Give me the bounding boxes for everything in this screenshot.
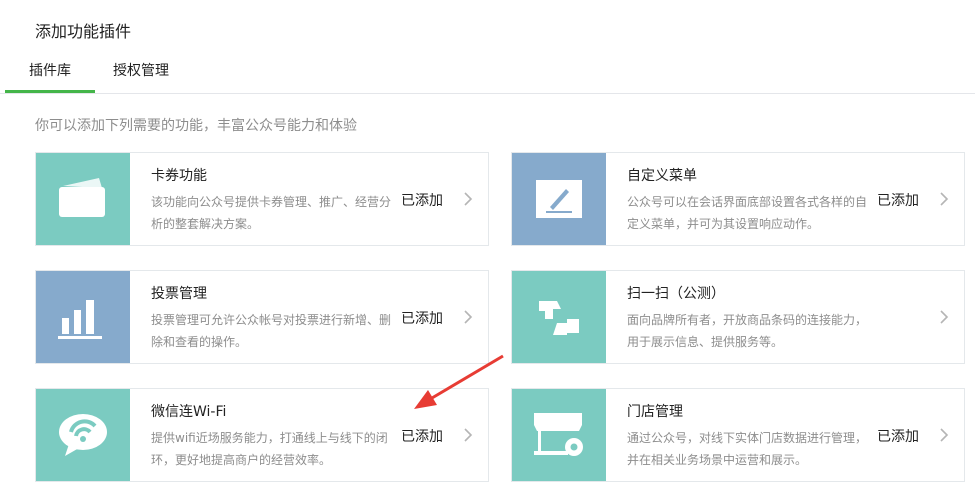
plugin-card-custom-menu[interactable]: 自定义菜单 公众号可以在会话界面底部设置各式各样的自定义菜单，并可为其设置响应动… (511, 152, 965, 246)
plugin-title: 扫一扫（公测） (627, 286, 725, 302)
chevron-right-icon (940, 310, 949, 324)
card-icon (36, 153, 130, 245)
chevron-right-icon (464, 428, 473, 442)
plugin-card-vote[interactable]: 投票管理 投票管理可允许公众帐号对投票进行新增、删除和查看的操作。 已添加 (35, 270, 489, 364)
plugin-title: 自定义菜单 (627, 168, 697, 184)
chevron-right-icon (464, 310, 473, 324)
plugin-card-wifi[interactable]: 微信连Wi-Fi 提供wifi近场服务能力，打通线上与线下的闭环，更好地提高商户… (35, 388, 489, 482)
plugin-description: 通过公众号，对线下实体门店数据进行管理，并在相关业务场景中运营和展示。 (627, 431, 868, 467)
plugin-description: 公众号可以在会话界面底部设置各式各样的自定义菜单，并可为其设置响应动作。 (627, 195, 868, 231)
plugin-card-coupon[interactable]: 卡券功能 该功能向公众号提供卡券管理、推广、经营分析的整套解决方案。 已添加 (35, 152, 489, 246)
bar-chart-icon (36, 271, 130, 363)
intro-text: 你可以添加下列需要的功能，丰富公众号能力和体验 (35, 118, 357, 134)
tab-authorization[interactable]: 授权管理 (100, 56, 182, 92)
plugin-status: 已添加 (877, 193, 919, 209)
plugin-description: 面向品牌所有者，开放商品条码的连接能力，用于展示信息、提供服务等。 (627, 313, 868, 349)
pencil-icon (512, 153, 606, 245)
tab-plugin-library[interactable]: 插件库 (5, 56, 95, 93)
plugin-title: 微信连Wi-Fi (151, 404, 227, 420)
plugin-card-store[interactable]: 门店管理 通过公众号，对线下实体门店数据进行管理，并在相关业务场景中运营和展示。… (511, 388, 965, 482)
plugin-status: 已添加 (401, 311, 443, 327)
scan-icon (512, 271, 606, 363)
chevron-right-icon (940, 192, 949, 206)
plugin-description: 提供wifi近场服务能力，打通线上与线下的闭环，更好地提高商户的经营效率。 (151, 431, 388, 467)
tab-bar: 插件库 授权管理 (0, 56, 975, 94)
plugin-card-scan[interactable]: 扫一扫（公测） 面向品牌所有者，开放商品条码的连接能力，用于展示信息、提供服务等… (511, 270, 965, 364)
plugin-title: 卡券功能 (151, 168, 207, 184)
plugin-title: 门店管理 (627, 404, 683, 420)
plugin-title: 投票管理 (151, 286, 207, 302)
chevron-right-icon (464, 192, 473, 206)
page-title: 添加功能插件 (35, 22, 132, 41)
store-icon (512, 389, 606, 481)
plugin-description: 投票管理可允许公众帐号对投票进行新增、删除和查看的操作。 (151, 313, 392, 349)
plugin-description: 该功能向公众号提供卡券管理、推广、经营分析的整套解决方案。 (151, 195, 392, 231)
wifi-chat-icon (36, 389, 130, 481)
chevron-right-icon (940, 428, 949, 442)
plugin-status: 已添加 (401, 193, 443, 209)
plugin-status: 已添加 (877, 429, 919, 445)
plugin-status: 已添加 (401, 429, 443, 445)
